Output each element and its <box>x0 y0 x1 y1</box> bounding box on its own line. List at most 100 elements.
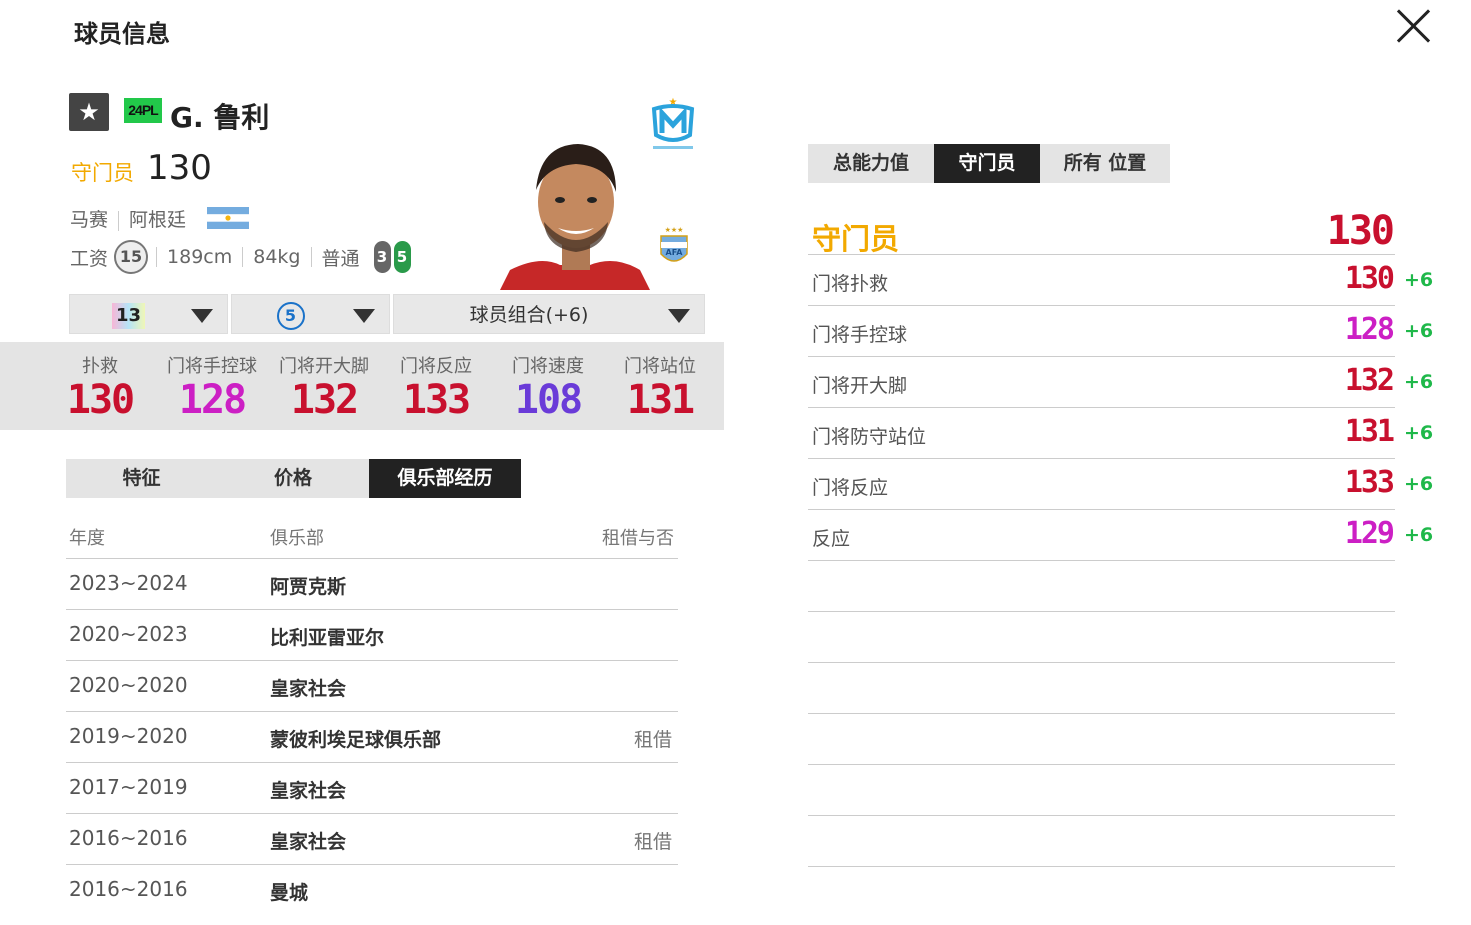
history-year: 2016~2016 <box>69 826 188 850</box>
stat-item: 扑救 130 <box>44 352 156 422</box>
position-rating-value: 130 <box>1326 208 1395 254</box>
team-color-value: 5 <box>276 301 305 330</box>
wage-badge: 15 <box>114 240 149 274</box>
position-rating-row: 守门员 130 <box>808 208 1395 256</box>
tab-all-positions[interactable]: 所有 位置 <box>1040 144 1170 183</box>
attribute-row: 门将扑救 130 +6 <box>808 255 1433 306</box>
stat-label: 门将开大脚 <box>279 356 369 377</box>
history-year: 2019~2020 <box>69 724 188 748</box>
favorite-star-icon[interactable]: ★ <box>69 93 109 131</box>
tab-traits[interactable]: 特征 <box>66 459 217 498</box>
stat-value: 128 <box>178 377 247 423</box>
stat-label: 门将速度 <box>512 356 584 377</box>
chevron-down-icon <box>668 309 690 323</box>
attribute-row: 门将防守站位 131 +6 <box>808 408 1433 459</box>
attribute-row: 门将手控球 128 +6 <box>808 306 1433 357</box>
attribute-value: 129 <box>1344 516 1395 551</box>
attribute-label: 反应 <box>812 528 851 550</box>
club-nationality-line: 马赛 阿根廷 <box>70 205 186 232</box>
stat-item: 门将速度 108 <box>492 352 604 422</box>
history-club: 曼城 <box>270 882 309 904</box>
stat-value: 131 <box>626 377 695 423</box>
stat-label: 门将手控球 <box>167 356 257 377</box>
attribute-bonus: +6 <box>1404 524 1434 546</box>
strong-foot-icon: 5 <box>393 241 411 273</box>
history-year: 2016~2016 <box>69 877 188 901</box>
nationality: 阿根廷 <box>129 209 187 231</box>
player-portrait <box>500 144 650 290</box>
stat-item: 门将开大脚 132 <box>268 352 380 422</box>
attribute-row: 反应 129 +6 <box>808 510 1433 561</box>
attribute-value: 131 <box>1344 414 1395 449</box>
stat-value: 108 <box>514 377 583 423</box>
attribute-value: 133 <box>1344 465 1395 500</box>
stat-item: 门将站位 131 <box>604 352 716 422</box>
tab-goalkeeper[interactable]: 守门员 <box>934 144 1040 183</box>
close-icon[interactable] <box>1392 4 1436 48</box>
history-loan: 租借 <box>633 729 672 751</box>
table-row: 2016~2016 曼城 <box>66 865 678 915</box>
tab-price[interactable]: 价格 <box>217 459 369 498</box>
attribute-value: 130 <box>1344 261 1395 296</box>
page-title: 球员信息 <box>74 20 170 48</box>
attribute-row: 门将开大脚 132 +6 <box>808 357 1433 408</box>
wage-label: 工资 <box>70 247 109 270</box>
attribute-row-empty <box>808 561 1395 612</box>
season-badge: 24PL <box>124 98 162 123</box>
table-row: 2023~2024 阿贾克斯 <box>66 559 678 610</box>
upgrade-level-value: 13 <box>111 302 146 329</box>
attribute-bonus: +6 <box>1404 422 1434 444</box>
stat-label: 扑救 <box>82 356 118 377</box>
weight: 84kg <box>253 246 301 268</box>
attribute-label: 门将开大脚 <box>812 375 908 397</box>
table-row: 2016~2016 皇家社会 租借 <box>66 814 678 865</box>
history-club: 比利亚雷亚尔 <box>270 627 385 649</box>
attribute-bonus: +6 <box>1404 473 1434 495</box>
tab-club-history[interactable]: 俱乐部经历 <box>369 459 521 498</box>
history-club: 皇家社会 <box>270 831 347 853</box>
history-year: 2020~2020 <box>69 673 188 697</box>
tab-overall[interactable]: 总能力值 <box>808 144 934 183</box>
history-club: 阿贾克斯 <box>270 576 347 598</box>
history-loan: 租借 <box>633 831 672 853</box>
position-label: 守门员 <box>71 161 134 185</box>
attribute-label: 门将防守站位 <box>812 426 927 448</box>
stat-item: 门将反应 133 <box>380 352 492 422</box>
chemistry-label: 球员组合(+6) <box>469 304 589 326</box>
attribute-row-empty <box>808 765 1395 816</box>
club-name: 马赛 <box>70 209 109 231</box>
col-header-club: 俱乐部 <box>270 528 324 549</box>
club-crest-icon: ★ <box>651 97 695 149</box>
table-row: 2019~2020 蒙彼利埃足球俱乐部 租借 <box>66 712 678 763</box>
chevron-down-icon <box>191 309 213 323</box>
stat-value: 130 <box>66 377 135 423</box>
attribute-bonus: +6 <box>1404 371 1434 393</box>
attribute-bonus: +6 <box>1404 269 1434 291</box>
col-header-year: 年度 <box>69 528 105 549</box>
attribute-bonus: +6 <box>1404 320 1434 342</box>
chevron-down-icon <box>353 309 375 323</box>
svg-text:AFA: AFA <box>666 248 684 257</box>
attribute-value: 132 <box>1344 363 1395 398</box>
height: 189cm <box>167 246 233 268</box>
attribute-label: 门将扑救 <box>812 273 889 295</box>
stat-label: 门将反应 <box>400 356 472 377</box>
stat-value: 133 <box>402 377 471 423</box>
upgrade-level-dropdown[interactable]: 13 <box>69 294 228 334</box>
stat-value: 132 <box>290 377 359 423</box>
position-ovr: 130 <box>147 148 212 188</box>
history-club: 皇家社会 <box>270 780 347 802</box>
team-color-dropdown[interactable]: 5 <box>231 294 390 334</box>
history-year: 2023~2024 <box>69 571 188 595</box>
argentina-flag-icon <box>207 207 249 229</box>
history-table-header: 年度 俱乐部 租借与否 <box>66 520 678 559</box>
position-rating-label: 守门员 <box>812 222 900 256</box>
player-physical-line: 工资 15 189cm 84kg 普通 3 5 <box>70 240 414 274</box>
chemistry-dropdown[interactable]: 球员组合(+6) <box>393 294 705 334</box>
stat-label: 门将站位 <box>624 356 696 377</box>
attribute-row-empty <box>808 612 1395 663</box>
svg-text:★★★: ★★★ <box>665 226 684 234</box>
attribute-row-empty <box>808 816 1395 867</box>
rating-tabs: 总能力值 守门员 所有 位置 <box>808 144 1170 183</box>
attribute-label: 门将反应 <box>812 477 889 499</box>
